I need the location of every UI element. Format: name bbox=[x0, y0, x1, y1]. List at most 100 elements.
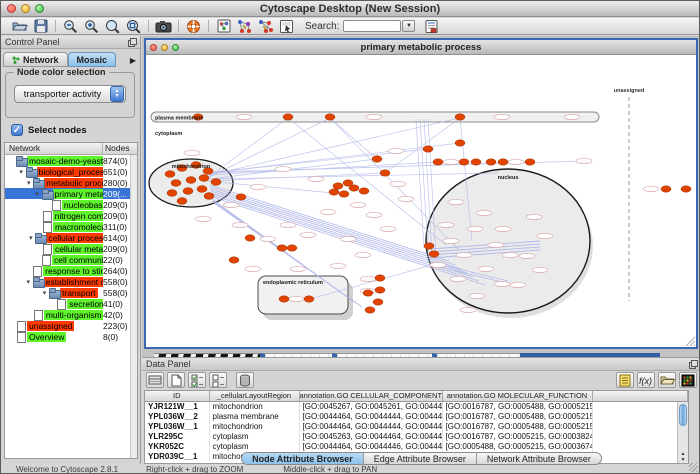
tree-row[interactable]: cellular metabo209(0) bbox=[5, 243, 137, 254]
zoom-out-button[interactable] bbox=[60, 18, 81, 34]
table-row[interactable]: YLR295Ccytoplasm[GO:0045263, GO:0044464,… bbox=[145, 431, 688, 441]
tree-expander[interactable]: ▾ bbox=[24, 179, 33, 187]
tree-row[interactable]: ▾metabolic process280(0) bbox=[5, 177, 137, 188]
attribute-batch-button[interactable] bbox=[421, 18, 442, 34]
tree-row[interactable]: ▾establishment of lo558(0) bbox=[5, 276, 137, 287]
annotation-icon bbox=[279, 19, 294, 34]
tab-mosaic[interactable]: Mosaic bbox=[68, 52, 117, 67]
tree-row[interactable]: macromolecule311(0) bbox=[5, 221, 137, 232]
tree-expander[interactable]: ▾ bbox=[40, 289, 49, 297]
column-header[interactable]: _cellularLayoutRegion bbox=[209, 391, 299, 401]
select-all-attributes-button[interactable] bbox=[188, 372, 206, 388]
table-cell: YPL036W__1 bbox=[145, 421, 209, 431]
table-row[interactable]: YJR121W__1mitochondrion[GO:0045267, GO:0… bbox=[145, 401, 688, 411]
tree-expander[interactable]: ▾ bbox=[17, 168, 26, 176]
tree-row[interactable]: response to stimulu264(0) bbox=[5, 265, 137, 276]
tree-row[interactable]: nitrogen compo209(0) bbox=[5, 210, 137, 221]
node-layer[interactable] bbox=[165, 114, 691, 313]
network-tree: Network Nodes mosaic-demo-yeast874(0)▾bi… bbox=[4, 142, 138, 459]
file-icon bbox=[16, 321, 27, 330]
tree-scrollbar[interactable] bbox=[130, 155, 137, 458]
table-cell: plasma membrane bbox=[209, 411, 299, 421]
open-session-button[interactable] bbox=[9, 18, 30, 34]
tree-row[interactable]: ▾primary metabo209(... bbox=[5, 188, 137, 199]
table-scrollbar-thumb[interactable] bbox=[679, 404, 687, 426]
window-resize-grip[interactable] bbox=[689, 463, 698, 472]
vizmapper-button[interactable] bbox=[213, 18, 234, 34]
attribute-list-button[interactable] bbox=[616, 372, 634, 388]
network-label: mosaic-demo-yeast bbox=[27, 156, 103, 166]
column-header[interactable]: ID bbox=[145, 391, 209, 401]
tab-network[interactable]: Network bbox=[3, 52, 68, 67]
tab-edge-attribute-browser[interactable]: Edge Attribute Browser bbox=[364, 453, 477, 464]
zoom-in-button[interactable] bbox=[81, 18, 102, 34]
help-button[interactable] bbox=[183, 18, 204, 34]
node-color-selection-group: Node color selection transporter activit… bbox=[5, 72, 135, 118]
tree-row[interactable]: ▾cellular process614(0) bbox=[5, 232, 137, 243]
tab-network-attribute-browser[interactable]: Network Attribute Browser bbox=[477, 453, 601, 464]
attribute-matrix-button[interactable] bbox=[679, 372, 697, 388]
network-view-titlebar[interactable]: primary metabolic process bbox=[146, 40, 696, 55]
select-attributes-button[interactable] bbox=[146, 372, 164, 388]
tree-row[interactable]: unassigned223(0) bbox=[5, 320, 137, 331]
canvas-resize-grip[interactable] bbox=[686, 337, 695, 346]
select-nodes-label: Select nodes bbox=[28, 125, 87, 136]
search-input[interactable] bbox=[343, 20, 401, 32]
column-header[interactable]: annotation.GO CELLULAR_COMPONENT bbox=[299, 391, 442, 401]
window-titlebar[interactable]: Cytoscape Desktop (New Session) bbox=[1, 1, 699, 17]
annotation-button[interactable] bbox=[276, 18, 297, 34]
tab-mosaic-label: Mosaic bbox=[77, 55, 108, 65]
layout-a-button[interactable] bbox=[234, 18, 255, 34]
layout-b-button[interactable] bbox=[255, 18, 276, 34]
zoom-selected-button[interactable] bbox=[102, 18, 123, 34]
table-row[interactable]: YPL036W__2plasma membrane[GO:0044464, GO… bbox=[145, 411, 688, 421]
data-panel-toolbar: f(x) bbox=[142, 371, 700, 389]
snapshot-button[interactable] bbox=[153, 18, 174, 34]
camera-icon bbox=[155, 19, 172, 33]
create-attribute-button[interactable] bbox=[167, 372, 185, 388]
tree-row[interactable]: ▾transport558(0) bbox=[5, 287, 137, 298]
zoom-fit-button[interactable] bbox=[123, 18, 144, 34]
tree-expander[interactable]: ▾ bbox=[33, 190, 42, 198]
attr-table-header-row: ID_cellularLayoutRegionannotation.GO CEL… bbox=[145, 391, 688, 401]
data-panel-title: Data Panel bbox=[146, 359, 191, 369]
tree-row[interactable]: multi-organism pro42(0) bbox=[5, 309, 137, 320]
delete-attribute-button[interactable] bbox=[236, 372, 254, 388]
tree-row[interactable]: secretion41(0) bbox=[5, 298, 137, 309]
network-label: transport bbox=[60, 288, 98, 298]
file-icon bbox=[33, 310, 44, 319]
table-cell: [GO:0044464, GO:0044444, GO:0044425, G..… bbox=[299, 421, 442, 431]
tree-row[interactable]: cell communicat22(0) bbox=[5, 254, 137, 265]
select-nodes-checkbox[interactable]: ✓ bbox=[11, 124, 23, 136]
table-row[interactable]: YKR052Ccytoplasm[GO:0044464, GO:0044446,… bbox=[145, 441, 688, 451]
network-canvas[interactable]: plasma membrane cytoplasm mitochondrion … bbox=[146, 55, 696, 347]
column-header[interactable]: annotation.GO MOLECULAR_FUNCTION bbox=[442, 391, 592, 401]
table-cell: [GO:0016787, GO:0005215, GO:0003824, G..… bbox=[442, 431, 592, 441]
unselect-all-attributes-button[interactable] bbox=[209, 372, 227, 388]
tree-expander[interactable]: ▾ bbox=[26, 234, 35, 242]
tab-node-attribute-browser[interactable]: Node Attribute Browser bbox=[242, 453, 364, 464]
tree-row[interactable]: Overview8(0) bbox=[5, 331, 137, 342]
delete-attribute-icon bbox=[239, 374, 251, 387]
file-icon bbox=[42, 222, 53, 231]
node-color-dropdown[interactable]: transporter activity ▲▼ bbox=[14, 85, 126, 103]
float-panel-icon[interactable] bbox=[128, 38, 137, 47]
dropdown-value: transporter activity bbox=[15, 89, 110, 100]
tree-row[interactable]: mosaic-demo-yeast874(0) bbox=[5, 155, 137, 166]
network-label: macromolecule bbox=[53, 222, 103, 232]
float-panel-icon[interactable] bbox=[689, 360, 698, 369]
tree-row[interactable]: nucleobase-209(0) bbox=[5, 199, 137, 210]
tree-expander[interactable]: ▾ bbox=[24, 278, 33, 286]
function-builder-button[interactable]: f(x) bbox=[637, 372, 655, 388]
tree-column-nodes[interactable]: Nodes bbox=[103, 143, 137, 154]
tree-row[interactable]: ▾biological_process651(0) bbox=[5, 166, 137, 177]
tree-column-network[interactable]: Network bbox=[5, 143, 103, 154]
import-attributes-button[interactable] bbox=[658, 372, 676, 388]
save-session-button[interactable] bbox=[30, 18, 51, 34]
file-icon bbox=[56, 299, 67, 308]
table-row[interactable]: YPL036W__1mitochondrion[GO:0044464, GO:0… bbox=[145, 421, 688, 431]
status-pan-hint: Middle-click + drag to PAN bbox=[283, 465, 377, 474]
folder-icon bbox=[33, 277, 44, 286]
search-dropdown-button[interactable]: ▼ bbox=[402, 20, 415, 32]
tab-overflow-arrow[interactable]: ▶ bbox=[127, 54, 139, 67]
